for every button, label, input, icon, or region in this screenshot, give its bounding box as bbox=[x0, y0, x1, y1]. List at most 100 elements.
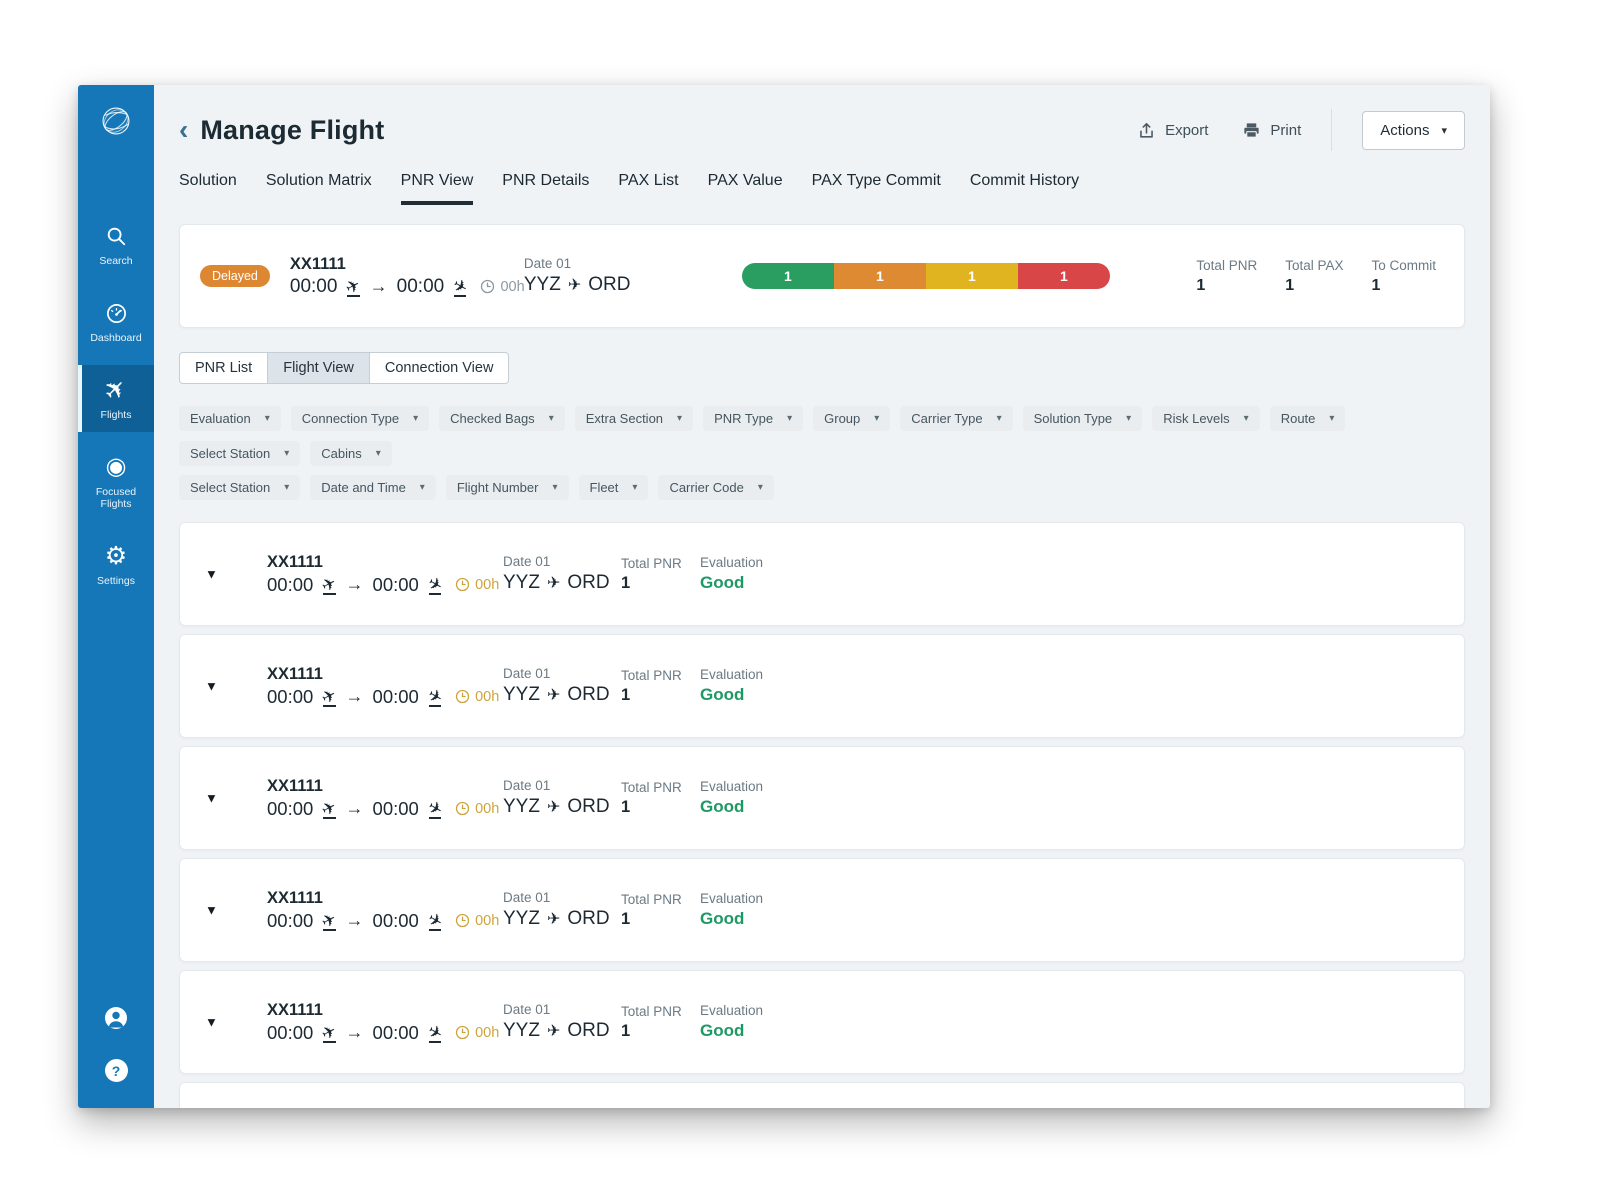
export-button[interactable]: Export bbox=[1137, 121, 1208, 140]
tab-pax-type-commit[interactable]: PAX Type Commit bbox=[812, 172, 941, 205]
destination-code: ORD bbox=[567, 796, 609, 818]
segment-yellow: 1 bbox=[926, 263, 1018, 289]
actions-button[interactable]: Actions ▾ bbox=[1362, 111, 1465, 150]
sidebar-item-flights[interactable]: ✈ Flights bbox=[78, 365, 154, 432]
arrival-time: 00:00 bbox=[373, 574, 419, 596]
landing-icon: ✈ bbox=[428, 576, 442, 593]
flight-number: XX1111 bbox=[267, 777, 501, 796]
filter-risk-levels[interactable]: Risk Levels▾ bbox=[1152, 406, 1260, 431]
risk-segment-bar: 1 1 1 1 bbox=[742, 263, 1110, 289]
clock-icon bbox=[455, 1025, 470, 1040]
duration: 00h bbox=[475, 801, 499, 817]
expand-caret-icon[interactable]: ▼ bbox=[205, 679, 218, 694]
flight-number: XX1111 bbox=[290, 255, 522, 274]
evaluation-value: Good bbox=[700, 909, 763, 929]
destination-code: ORD bbox=[567, 684, 609, 706]
sidebar-item-label: Search bbox=[99, 255, 132, 267]
duration: 00h bbox=[475, 1025, 499, 1041]
route-info: Date 01 YYZ ✈ ORD bbox=[524, 256, 642, 296]
arrow-right-icon: → bbox=[346, 910, 364, 931]
filter-evaluation[interactable]: Evaluation▾ bbox=[179, 406, 281, 431]
filter-carrier-type[interactable]: Carrier Type▾ bbox=[900, 406, 1012, 431]
chevron-down-icon: ▾ bbox=[376, 448, 381, 459]
chevron-down-icon: ▾ bbox=[265, 413, 270, 424]
expand-caret-icon[interactable]: ▼ bbox=[205, 903, 218, 918]
sidebar-item-label: Flights bbox=[101, 409, 132, 421]
tab-solution-matrix[interactable]: Solution Matrix bbox=[266, 172, 372, 205]
evaluation-value: Good bbox=[700, 797, 763, 817]
arrival-time: 00:00 bbox=[373, 1022, 419, 1044]
filter-cabins[interactable]: Cabins▾ bbox=[310, 441, 392, 466]
filter-pnr-type[interactable]: PNR Type▾ bbox=[703, 406, 803, 431]
expand-caret-icon[interactable]: ▼ bbox=[205, 791, 218, 806]
chevron-down-icon: ▾ bbox=[549, 413, 554, 424]
print-button[interactable]: Print bbox=[1242, 121, 1301, 140]
search-icon bbox=[105, 224, 127, 248]
total-pnr: Total PNR 1 bbox=[621, 892, 700, 929]
departure-time: 00:00 bbox=[267, 686, 313, 708]
tab-solution[interactable]: Solution bbox=[179, 172, 237, 205]
origin-code: YYZ bbox=[503, 796, 540, 818]
tab-commit-history[interactable]: Commit History bbox=[970, 172, 1079, 205]
flight-info: XX1111 00:00 ✈ → 00:00 ✈ 00h bbox=[290, 255, 522, 298]
filter-fleet[interactable]: Fleet▾ bbox=[579, 475, 649, 500]
flight-info: XX1111 00:00 ✈ → 00:00 ✈ 00h bbox=[267, 553, 501, 596]
main-content: ‹ Manage Flight Export Print bbox=[154, 85, 1490, 1108]
filter-flight-number[interactable]: Flight Number▾ bbox=[446, 475, 569, 500]
expand-caret-icon[interactable]: ▼ bbox=[205, 1015, 218, 1030]
tab-pax-value[interactable]: PAX Value bbox=[708, 172, 783, 205]
view-toggle: PNR List Flight View Connection View bbox=[179, 352, 509, 384]
tab-pax-list[interactable]: PAX List bbox=[618, 172, 678, 205]
evaluation: Evaluation Good bbox=[700, 891, 763, 929]
toggle-pnr-list[interactable]: PNR List bbox=[180, 353, 267, 383]
filter-group[interactable]: Group▾ bbox=[813, 406, 890, 431]
total-pnr: Total PNR 1 bbox=[621, 668, 700, 705]
filter-select-station[interactable]: Select Station▾ bbox=[179, 441, 300, 466]
filter-carrier-code[interactable]: Carrier Code▾ bbox=[658, 475, 773, 500]
destination-code: ORD bbox=[588, 274, 630, 296]
plane-icon: ✈ bbox=[547, 797, 560, 817]
segment-red: 1 bbox=[1018, 263, 1110, 289]
arrow-right-icon: → bbox=[346, 798, 364, 819]
sidebar-item-focused-flights[interactable]: ◉ Focused Flights bbox=[78, 442, 154, 521]
chevron-down-icon: ▾ bbox=[1126, 413, 1131, 424]
sidebar-item-settings[interactable]: ⚙ Settings bbox=[78, 531, 154, 598]
destination-code: ORD bbox=[567, 908, 609, 930]
filter-checked-bags[interactable]: Checked Bags▾ bbox=[439, 406, 565, 431]
sidebar-item-search[interactable]: Search bbox=[78, 211, 154, 278]
help-icon[interactable]: ? bbox=[105, 1059, 128, 1082]
back-chevron-icon[interactable]: ‹ bbox=[179, 116, 188, 144]
tab-pnr-details[interactable]: PNR Details bbox=[502, 172, 589, 205]
tab-bar: Solution Solution Matrix PNR View PNR De… bbox=[179, 172, 1465, 205]
destination-code: ORD bbox=[567, 572, 609, 594]
tab-pnr-view[interactable]: PNR View bbox=[401, 172, 474, 205]
expand-caret-icon[interactable]: ▼ bbox=[205, 567, 218, 582]
globe-logo-icon bbox=[93, 98, 139, 149]
arrival-time: 00:00 bbox=[373, 798, 419, 820]
chevron-down-icon: ▾ bbox=[787, 413, 792, 424]
summary-stats: Total PNR 1 Total PAX 1 To Commit 1 bbox=[1196, 258, 1440, 295]
filter-route[interactable]: Route▾ bbox=[1270, 406, 1346, 431]
evaluation: Evaluation Good bbox=[700, 667, 763, 705]
filter-select-station-2[interactable]: Select Station▾ bbox=[179, 475, 300, 500]
chevron-down-icon: ▾ bbox=[552, 482, 557, 493]
filter-extra-section[interactable]: Extra Section▾ bbox=[575, 406, 693, 431]
date-label: Date 01 bbox=[503, 890, 621, 905]
toggle-flight-view[interactable]: Flight View bbox=[267, 353, 369, 383]
user-avatar-icon[interactable] bbox=[104, 1006, 128, 1035]
target-icon: ◉ bbox=[106, 455, 127, 479]
landing-icon: ✈ bbox=[428, 1024, 442, 1041]
filter-connection-type[interactable]: Connection Type▾ bbox=[291, 406, 429, 431]
filter-date-and-time[interactable]: Date and Time▾ bbox=[310, 475, 436, 500]
filter-solution-type[interactable]: Solution Type▾ bbox=[1023, 406, 1143, 431]
print-icon bbox=[1242, 121, 1261, 140]
sidebar-item-dashboard[interactable]: Dashboard bbox=[78, 288, 154, 355]
flight-summary-card: Delayed XX1111 00:00 ✈ → 00:00 ✈ 00h bbox=[179, 224, 1465, 328]
duration: 00h bbox=[475, 577, 499, 593]
origin-code: YYZ bbox=[503, 908, 540, 930]
arrow-right-icon: → bbox=[346, 1022, 364, 1043]
plane-icon: ✈ bbox=[547, 685, 560, 705]
takeoff-icon: ✈ bbox=[322, 912, 336, 929]
plane-icon: ✈ bbox=[547, 573, 560, 593]
toggle-connection-view[interactable]: Connection View bbox=[369, 353, 509, 383]
